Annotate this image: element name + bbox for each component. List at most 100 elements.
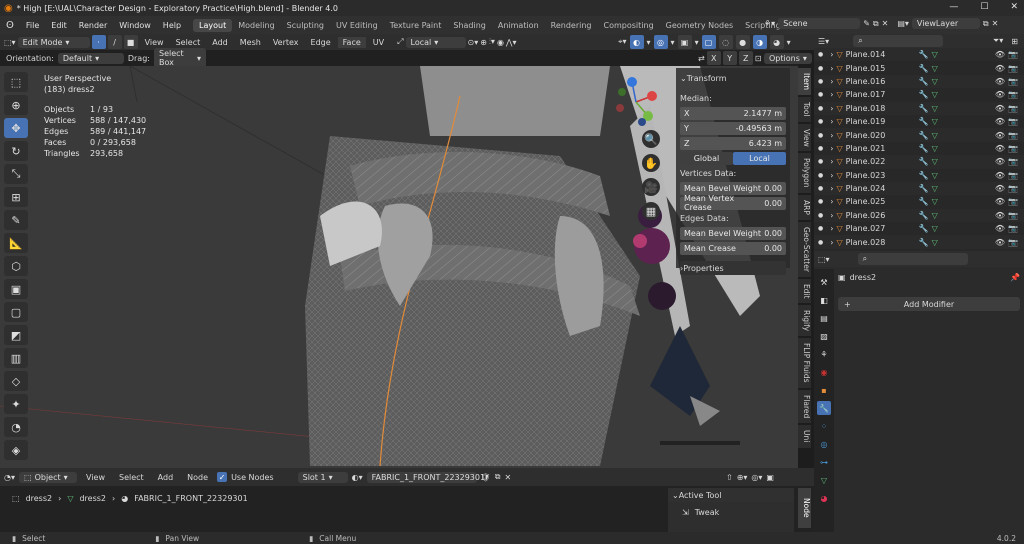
shader-type-dropdown[interactable]: ⬚ Object ▾ <box>19 471 77 483</box>
edge-bevel-weight-field[interactable]: Mean Bevel Weight 0.00 <box>680 226 786 240</box>
scene-field[interactable]: Scene <box>778 18 861 29</box>
z-field[interactable]: Z 6.423 m <box>680 136 786 150</box>
tab-flared[interactable]: Flared <box>798 389 811 424</box>
expand-arrow-icon[interactable]: › <box>830 90 833 99</box>
tab-compositing[interactable]: Compositing <box>598 19 660 32</box>
mean-bevel-weight-field[interactable]: Mean Bevel Weight 0.00 <box>680 181 786 195</box>
mesh-edit-overlays-icon[interactable]: ▣ <box>677 35 692 49</box>
tab-texture-paint[interactable]: Texture Paint <box>384 19 448 32</box>
rotate-tool[interactable]: ↻ <box>4 141 28 161</box>
face-select-icon[interactable]: ■ <box>123 35 138 49</box>
camera-render-icon[interactable]: 📷 <box>1008 77 1018 86</box>
visibility-icon[interactable]: ◐ <box>629 35 644 49</box>
wireframe-shading-icon[interactable]: ◌ <box>718 35 733 49</box>
camera-render-icon[interactable]: 📷 <box>1008 90 1018 99</box>
x-field[interactable]: X 2.1477 m <box>680 106 786 120</box>
outliner-row[interactable]: ● › ▽ Plane.027 🔧 ▽ 👁 📷 <box>814 222 1024 235</box>
object-props-icon[interactable]: ▪ <box>817 383 831 397</box>
camera-render-icon[interactable]: 📷 <box>1008 197 1018 206</box>
world-props-icon[interactable]: ◉ <box>817 365 831 379</box>
camera-render-icon[interactable]: 📷 <box>1008 184 1018 193</box>
tab-arp[interactable]: ARP <box>798 194 811 220</box>
overlays-dropdown-icon[interactable]: ▾ <box>671 38 675 47</box>
eye-icon[interactable]: 👁 <box>995 64 1005 73</box>
collection-checkbox-icon[interactable]: ● <box>818 105 823 112</box>
menu-view[interactable]: View <box>140 37 169 48</box>
outliner-row[interactable]: ● › ▽ Plane.028 🔧 ▽ 👁 📷 <box>814 235 1024 249</box>
view-layer-icon[interactable]: ▨ <box>817 329 831 343</box>
proportional-edit-icon[interactable]: ◉ <box>497 38 504 47</box>
output-props-icon[interactable]: ▤ <box>817 311 831 325</box>
mirror-x-toggle[interactable]: X <box>706 51 721 65</box>
gizmo-icon[interactable]: ⌖▾ <box>618 37 627 47</box>
minimize-icon[interactable]: — <box>949 2 958 12</box>
menu-edge[interactable]: Edge <box>306 37 336 48</box>
shader-menu-view[interactable]: View <box>81 472 110 483</box>
constraints-icon[interactable]: ⊶ <box>817 455 831 469</box>
menu-select[interactable]: Select <box>171 37 206 48</box>
expand-arrow-icon[interactable]: › <box>830 64 833 73</box>
snap-nodes-icon[interactable]: ⊕▾ <box>737 473 748 482</box>
tab-rendering[interactable]: Rendering <box>545 19 598 32</box>
transform-orientation-icon[interactable]: ⤢ <box>397 37 403 47</box>
camera-render-icon[interactable]: 📷 <box>1008 238 1018 247</box>
outliner-row[interactable]: ● › ▽ Plane.014 🔧 ▽ 👁 📷 <box>814 48 1024 62</box>
outliner-row[interactable]: ● › ▽ Plane.019 🔧 ▽ 👁 📷 <box>814 115 1024 128</box>
tab-sculpting[interactable]: Sculpting <box>281 19 330 32</box>
shading-dropdown-icon[interactable]: ▾ <box>787 38 791 47</box>
collection-checkbox-icon[interactable]: ● <box>818 65 823 72</box>
expand-arrow-icon[interactable]: › <box>830 171 833 180</box>
options-dropdown[interactable]: Options ▾ <box>764 52 812 64</box>
collection-checkbox-icon[interactable]: ● <box>818 198 823 205</box>
new-scene-icon[interactable]: ⧉ <box>873 19 879 29</box>
eye-icon[interactable]: 👁 <box>995 197 1005 206</box>
menu-vertex[interactable]: Vertex <box>268 37 304 48</box>
collection-checkbox-icon[interactable]: ● <box>818 172 823 179</box>
tool-props-icon[interactable]: ⚒ <box>817 275 831 289</box>
material-props-icon[interactable]: ◕ <box>817 491 831 505</box>
menu-help[interactable]: Help <box>157 21 187 30</box>
expand-arrow-icon[interactable]: › <box>830 157 833 166</box>
expand-arrow-icon[interactable]: › <box>830 184 833 193</box>
shader-editor-type-icon[interactable]: ◔▾ <box>4 473 15 482</box>
eye-icon[interactable]: 👁 <box>995 117 1005 126</box>
edge-select-icon[interactable]: / <box>107 35 122 49</box>
tab-edit[interactable]: Edit <box>798 278 811 304</box>
move-tool[interactable]: ✥ <box>4 118 28 138</box>
outliner-row[interactable]: ● › ▽ Plane.020 🔧 ▽ 👁 📷 <box>814 128 1024 142</box>
snap-options-icon[interactable]: ⫶▾ <box>489 37 495 47</box>
outliner-row[interactable]: ● › ▽ Plane.024 🔧 ▽ 👁 📷 <box>814 181 1024 196</box>
pin-icon[interactable]: 📌 <box>1010 273 1020 282</box>
camera-render-icon[interactable]: 📷 <box>1008 50 1018 59</box>
parent-node-tree-icon[interactable]: ⇧ <box>726 473 733 482</box>
collection-checkbox-icon[interactable]: ● <box>818 185 823 192</box>
expand-arrow-icon[interactable]: › <box>830 131 833 140</box>
slot-dropdown[interactable]: Slot 1 ▾ <box>297 471 348 483</box>
camera-render-icon[interactable]: 📷 <box>1008 157 1018 166</box>
outliner-row[interactable]: ● › ▽ Plane.023 🔧 ▽ 👁 📷 <box>814 169 1024 182</box>
camera-render-icon[interactable]: 📷 <box>1008 64 1018 73</box>
shader-menu-select[interactable]: Select <box>114 472 149 483</box>
loop-cut-tool[interactable]: ▥ <box>4 348 28 368</box>
outliner-row[interactable]: ● › ▽ Plane.018 🔧 ▽ 👁 📷 <box>814 101 1024 115</box>
collection-checkbox-icon[interactable]: ● <box>818 78 823 85</box>
eye-icon[interactable]: 👁 <box>995 131 1005 140</box>
expand-arrow-icon[interactable]: › <box>830 238 833 247</box>
tab-layout[interactable]: Layout <box>193 18 233 32</box>
editor-type-icon[interactable]: ⬚▾ <box>4 38 16 47</box>
collection-checkbox-icon[interactable]: ● <box>818 51 823 58</box>
local-toggle[interactable]: Local <box>733 151 786 165</box>
shader-menu-add[interactable]: Add <box>153 472 179 483</box>
cursor-tool[interactable]: ⊕ <box>4 95 28 115</box>
properties-header[interactable]: › Properties <box>680 261 786 275</box>
transform-header[interactable]: ⌄ Transform <box>680 71 786 85</box>
tab-rigify[interactable]: Rigify <box>798 305 811 337</box>
expand-arrow-icon[interactable]: › <box>830 104 833 113</box>
solid-shading-icon[interactable]: ● <box>735 35 750 49</box>
outliner-row[interactable]: ● › ▽ Plane.026 🔧 ▽ 👁 📷 <box>814 208 1024 223</box>
tab-animation[interactable]: Animation <box>492 19 545 32</box>
outliner-row[interactable]: ● › ▽ Plane.021 🔧 ▽ 👁 📷 <box>814 142 1024 155</box>
duplicate-material-icon[interactable]: ⧉ <box>495 472 501 482</box>
expand-arrow-icon[interactable]: › <box>830 77 833 86</box>
material-browse-icon[interactable]: ◐▾ <box>352 473 363 482</box>
